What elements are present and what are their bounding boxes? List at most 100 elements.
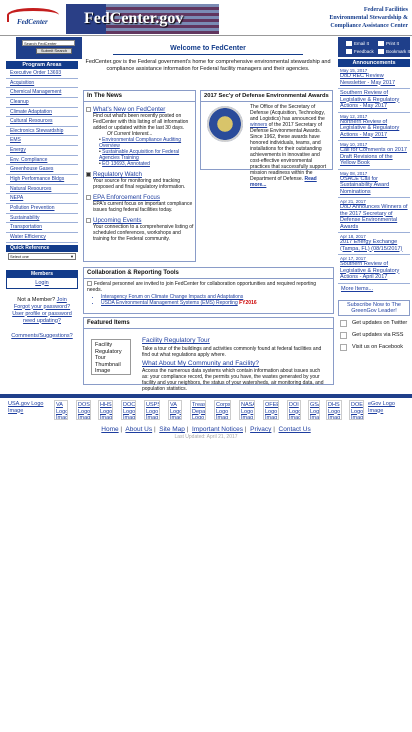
quick-reference-select[interactable]: Select one ▼ (8, 252, 76, 260)
bullet-link[interactable]: EO 13693, Annotated (102, 161, 150, 167)
agency-logo[interactable]: Corps Logo Imag (214, 400, 231, 420)
agency-logo[interactable]: DOE Logo Imag (349, 400, 364, 420)
footer-notices-link[interactable]: Important Notices (192, 426, 243, 433)
collaboration-link-item[interactable]: USDA Environmental Management Systems (E… (101, 300, 330, 306)
program-area-item[interactable]: EMS (6, 136, 78, 147)
feedback-button[interactable]: Feedback (346, 49, 374, 55)
announcement-title[interactable]: DoD REC Review Newsletter - May 2017 (340, 73, 408, 86)
more-items-link[interactable]: More Items... (338, 286, 410, 292)
agency-logo[interactable]: VA Logo Imag (54, 400, 68, 420)
agency-logo[interactable]: OFEE Logo Imag (263, 400, 279, 420)
ems-reporting-link[interactable]: USDA Environmental Management Systems (E… (101, 300, 238, 306)
community-facility-link[interactable]: What About My Community and Facility? (142, 360, 259, 367)
epa-enforcement-link[interactable]: EPA Enforcement Focus (93, 194, 195, 201)
bullet-link[interactable]: Environmental Compliance Auditing Overvi… (99, 137, 181, 149)
announcement-title[interactable]: Call for Comments on 2017 Draft Revision… (340, 147, 408, 167)
dod-seal-icon (207, 106, 243, 142)
news-item: What's New on FedCenter Find out what's … (84, 106, 195, 167)
agency-logo[interactable]: VA Logo Imag (168, 400, 182, 420)
program-area-item[interactable]: Pollution Prevention (6, 204, 78, 214)
footer-contact-link[interactable]: Contact Us (279, 426, 311, 433)
agency-logo[interactable]: USPS Logo Imag (144, 400, 160, 420)
join-prompt: Not a Member? Join (6, 297, 78, 304)
footer-about-link[interactable]: About Us (125, 426, 152, 433)
rss-label: Get updates via RSS (352, 331, 404, 338)
program-area-item[interactable]: Water Efficiency (6, 233, 78, 243)
email-it-button[interactable]: Email It (346, 41, 370, 47)
footer-privacy-link[interactable]: Privacy (250, 426, 271, 433)
agency-logo[interactable]: USA.gov Logo Image (7, 400, 47, 416)
announcement-title[interactable]: Northern Review of Legislative & Regulat… (340, 119, 408, 139)
program-area-item[interactable]: Executive Order 13693 (6, 69, 78, 79)
program-area-item[interactable]: Env. Compliance (6, 156, 78, 166)
footer-sitemap-link[interactable]: Site Map (159, 426, 185, 433)
facility-tour-link[interactable]: Facility Regulatory Tour (142, 337, 210, 344)
program-area-item[interactable]: Chemical Management (6, 88, 78, 98)
enforcement-icon (86, 195, 91, 200)
program-area-item[interactable]: Acquisition (6, 79, 78, 89)
news-item: Upcoming Events Your connection to a com… (84, 217, 195, 242)
footer-separator: | (271, 426, 277, 433)
search-input[interactable]: Search FedCenter (22, 40, 75, 46)
program-area-item[interactable]: Sustainability (6, 214, 78, 224)
search-button[interactable]: Submit Search (36, 48, 72, 54)
program-area-item[interactable]: Natural Resources (6, 185, 78, 195)
program-area-item[interactable]: Greenhouse Gases (6, 165, 78, 176)
bookmark-button[interactable]: Bookmark It (378, 49, 410, 55)
program-area-item[interactable]: NEPA (6, 194, 78, 204)
facebook-link[interactable]: Visit us on Facebook (338, 343, 410, 353)
announcement-title[interactable]: DoD Announces Winners of the 2017 Secret… (340, 204, 408, 230)
program-area-item[interactable]: High Performance Bldgs (6, 175, 78, 185)
login-link[interactable]: Login (7, 280, 77, 286)
agency-logo[interactable]: DOS Logo Imag (76, 400, 91, 420)
rss-link[interactable]: Get updates via RSS (338, 331, 410, 341)
fedcenter-logo[interactable]: FedCenter (3, 5, 63, 31)
award-heading: 2017 Sec'y of Defense Environmental Awar… (201, 91, 332, 102)
update-profile-link[interactable]: User profile or password need updating? (6, 311, 78, 325)
announcement-item: May 15, 2017 DoD REC Review Newsletter -… (338, 67, 410, 89)
program-area-item[interactable]: Energy (6, 146, 78, 156)
program-area-item[interactable]: Transportation (6, 223, 78, 233)
program-area-item[interactable]: Cultural Resources (6, 117, 78, 127)
forgot-password-link[interactable]: Forgot your password? (6, 304, 78, 311)
regulatory-watch-link[interactable]: Regulatory Watch (93, 171, 195, 178)
site-header: FedCenter FedCenter.gov Federal Faciliti… (0, 0, 412, 36)
program-area-item[interactable]: Cleanup (6, 98, 78, 108)
bullet-link[interactable]: Sustainable Acquisition for Federal Agen… (99, 149, 179, 161)
program-area-item[interactable]: Climate Adaptation (6, 108, 78, 118)
twitter-icon (340, 319, 347, 327)
agency-logo[interactable]: eGov Logo Image (367, 400, 405, 414)
agency-logo[interactable]: DOC Logo Imag (121, 400, 136, 420)
agency-logo[interactable]: DOI Logo Imag (287, 400, 301, 420)
featured-thumbnail[interactable]: Facility Regulatory Tour Thumbnail Image (91, 339, 131, 375)
twitter-link[interactable]: Get updates on Twitter (338, 319, 410, 329)
right-column: Email It Print It Feedback Bookmark It A… (338, 37, 410, 353)
join-link[interactable]: Join (57, 297, 67, 303)
footer-divider (0, 394, 412, 398)
announcement-title[interactable]: Southern Review of Legislative & Regulat… (340, 261, 408, 281)
comments-link[interactable]: Comments/Suggestions? (6, 333, 78, 340)
subscribe-button[interactable]: Subscribe Now to The GreenGov Leader! (338, 299, 410, 316)
announcement-title[interactable]: 2017 Energy Exchange (Tampa, FL) (08/15/… (340, 239, 408, 252)
program-area-item[interactable]: Electronics Stewardship (6, 127, 78, 137)
agency-logo[interactable]: GSA Logo Imag (308, 400, 320, 420)
upcoming-events-link[interactable]: Upcoming Events (93, 217, 195, 224)
print-label: Print It (386, 41, 400, 46)
footer-separator: | (184, 426, 191, 433)
announcement-title[interactable]: USACE Call for Sustainability Award Nomi… (340, 176, 408, 196)
announcement-title[interactable]: Southern Review of Legislative & Regulat… (340, 90, 408, 110)
agency-logo[interactable]: Treas Depa Logo (190, 400, 206, 420)
news-bullet: • EO 13693, Annotated (99, 161, 150, 167)
announcement-item: May 12, 2017 Northern Review of Legislat… (338, 113, 410, 141)
agency-logo[interactable]: DHS Logo Imag (326, 400, 342, 420)
news-item: EPA Enforcement Focus EPA's current focu… (84, 194, 195, 213)
email-label: Email It (354, 41, 370, 46)
agency-logo[interactable]: NASA Logo Imag (239, 400, 255, 420)
agency-logo[interactable]: HHS Logo Imag (98, 400, 113, 420)
announcements-list: May 15, 2017 DoD REC Review Newsletter -… (338, 67, 410, 284)
footer-home-link[interactable]: Home (101, 426, 118, 433)
whats-new-link[interactable]: What's New on FedCenter (93, 106, 195, 113)
agency-logos: USA.gov Logo Image VA Logo Imag DOS Logo… (7, 400, 407, 422)
print-it-button[interactable]: Print It (378, 41, 400, 47)
welcome-title: Welcome to FedCenter (113, 45, 303, 55)
